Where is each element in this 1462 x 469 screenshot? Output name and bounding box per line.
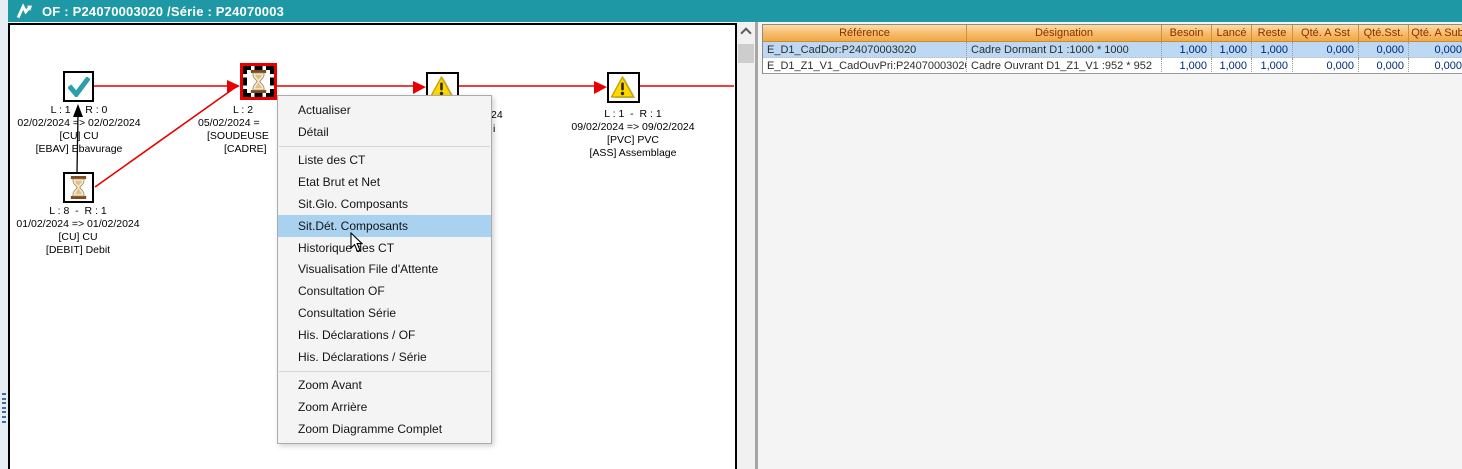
hourglass-icon bbox=[250, 70, 267, 93]
flow-node[interactable] bbox=[240, 63, 277, 100]
menu-item-his-d-clarations-s-rie[interactable]: His. Déclarations / Série bbox=[278, 346, 491, 368]
column-header-4[interactable]: Reste bbox=[1252, 25, 1293, 42]
diagram-vertical-scrollbar[interactable] bbox=[737, 23, 755, 469]
menu-item-etat-brut-et-net[interactable]: Etat Brut et Net bbox=[278, 171, 491, 193]
components-table: RéférenceDésignationBesoinLancéResteQté.… bbox=[762, 24, 1462, 74]
column-header-6[interactable]: Qté.Sst. bbox=[1359, 25, 1409, 42]
menu-separator bbox=[279, 371, 490, 372]
table-body: E_D1_CadDor:P24070003020Cadre Dormant D1… bbox=[763, 42, 1462, 74]
splitter-grip[interactable] bbox=[2, 393, 6, 425]
context-menu: ActualiserDétail Liste des CTEtat Brut et… bbox=[277, 95, 492, 444]
menu-separator bbox=[279, 146, 490, 147]
menu-item-consultation-of[interactable]: Consultation OF bbox=[278, 280, 491, 302]
table-row[interactable]: E_D1_CadDor:P24070003020Cadre Dormant D1… bbox=[763, 42, 1462, 58]
table-header-row: RéférenceDésignationBesoinLancéResteQté.… bbox=[763, 25, 1462, 42]
window-titlebar[interactable]: OF : P24070003020 /Série : P24070003 bbox=[8, 0, 1462, 22]
menu-item-zoom-avant[interactable]: Zoom Avant bbox=[278, 375, 491, 397]
column-header-3[interactable]: Lancé bbox=[1212, 25, 1252, 42]
scroll-thumb[interactable] bbox=[738, 44, 754, 63]
table-cell: 0,000 bbox=[1359, 42, 1409, 58]
table-cell: 0,000 bbox=[1293, 42, 1359, 58]
table-cell: 1,000 bbox=[1252, 58, 1293, 74]
table-cell: E_D1_Z1_V1_CadOuvPri:P24070003020 bbox=[763, 58, 967, 74]
column-header-0[interactable]: Référence bbox=[763, 25, 967, 42]
column-header-2[interactable]: Besoin bbox=[1162, 25, 1212, 42]
app-window: OF : P24070003020 /Série : P24070003 L :… bbox=[0, 0, 1462, 469]
menu-item-liste-des-ct[interactable]: Liste des CT bbox=[278, 150, 491, 172]
components-panel bbox=[758, 22, 1462, 469]
window-title: OF : P24070003020 /Série : P24070003 bbox=[42, 4, 284, 19]
column-header-5[interactable]: Qté. A Sst bbox=[1293, 25, 1359, 42]
table-cell: 0,000 bbox=[1409, 58, 1462, 74]
table-cell: 1,000 bbox=[1162, 42, 1212, 58]
selection-marquee bbox=[243, 66, 274, 97]
table-cell: Cadre Dormant D1 :1000 * 1000 bbox=[967, 42, 1162, 58]
check-icon bbox=[68, 77, 90, 97]
menu-item-historique-des-ct[interactable]: Historique des CT bbox=[278, 237, 491, 259]
menu-item-sit-glo-composants[interactable]: Sit.Glo. Composants bbox=[278, 193, 491, 215]
menu-item-consultation-s-rie[interactable]: Consultation Série bbox=[278, 302, 491, 324]
table-cell: 1,000 bbox=[1252, 42, 1293, 58]
table-cell: 1,000 bbox=[1162, 58, 1212, 74]
flow-node[interactable] bbox=[63, 71, 94, 102]
menu-item-visualisation-file-d-attente[interactable]: Visualisation File d'Attente bbox=[278, 259, 491, 281]
table-cell: 0,000 bbox=[1293, 58, 1359, 74]
flow-node[interactable] bbox=[607, 72, 640, 103]
table-row[interactable]: E_D1_Z1_V1_CadOuvPri:P24070003020Cadre O… bbox=[763, 58, 1462, 74]
table-cell: Cadre Ouvrant D1_Z1_V1 :952 * 952 bbox=[967, 58, 1162, 74]
hourglass-icon bbox=[70, 176, 87, 199]
scroll-up-button[interactable] bbox=[737, 23, 755, 40]
table-cell: 0,000 bbox=[1409, 42, 1462, 58]
table-cell: 0,000 bbox=[1359, 58, 1409, 74]
table-cell: 1,000 bbox=[1212, 42, 1252, 58]
flow-node[interactable] bbox=[63, 172, 94, 203]
routing-arrow-icon bbox=[14, 2, 34, 20]
menu-item-actualiser[interactable]: Actualiser bbox=[278, 99, 491, 121]
menu-item-zoom-arri-re[interactable]: Zoom Arrière bbox=[278, 396, 491, 418]
menu-item-sit-d-t-composants[interactable]: Sit.Dét. Composants bbox=[278, 215, 491, 237]
warning-icon bbox=[610, 76, 637, 100]
menu-item-his-d-clarations-of[interactable]: His. Déclarations / OF bbox=[278, 324, 491, 346]
chevron-up-icon bbox=[740, 27, 751, 38]
menu-item-d-tail[interactable]: Détail bbox=[278, 121, 491, 143]
table-cell: E_D1_CadDor:P24070003020 bbox=[763, 42, 967, 58]
table-cell: 1,000 bbox=[1212, 58, 1252, 74]
column-header-7[interactable]: Qté. A Sub bbox=[1409, 25, 1462, 42]
column-header-1[interactable]: Désignation bbox=[967, 25, 1162, 42]
menu-item-zoom-diagramme-complet[interactable]: Zoom Diagramme Complet bbox=[278, 418, 491, 440]
